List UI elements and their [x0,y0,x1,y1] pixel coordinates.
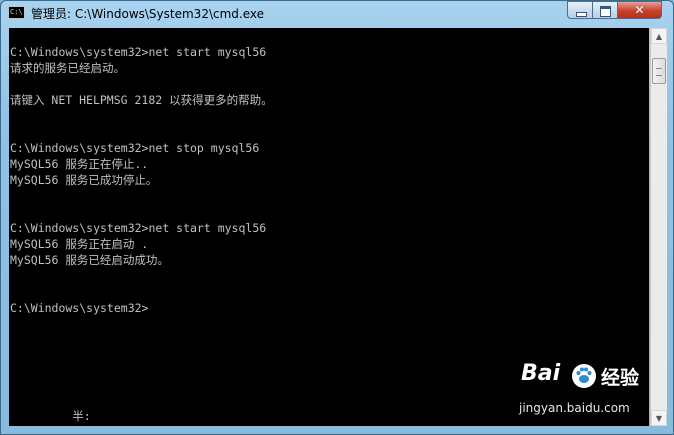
grip-icon [656,68,662,76]
close-icon: ✕ [634,3,645,17]
watermark-jingyan: 经验 [601,367,640,389]
console-line: MySQL56 服务正在停止.. [10,157,149,171]
console-line: MySQL56 服务已经启动成功。 [10,253,169,267]
watermark-url: jingyan.baidu.com [519,401,630,415]
window-title: 管理员: C:\Windows\System32\cmd.exe [31,7,264,21]
minimize-icon [576,12,587,17]
cmd-window: C:\ 管理员: C:\Windows\System32\cmd.exe ✕ C… [0,0,674,435]
console-line: MySQL56 服务已成功停止。 [10,173,158,187]
scrollbar-thumb[interactable] [652,58,666,84]
minimize-button[interactable] [567,1,593,19]
scroll-down-icon[interactable]: ▼ [651,410,667,426]
maximize-icon [600,6,611,17]
cmd-app-icon[interactable]: C:\ [8,6,25,19]
console-line: 请键入 NET HELPMSG 2182 以获得更多的帮助。 [10,93,273,107]
console-line: C:\Windows\system32>net start mysql56 [10,221,267,235]
console-prompt: C:\Windows\system32> [10,301,149,315]
title-bar[interactable]: C:\ 管理员: C:\Windows\System32\cmd.exe ✕ [1,1,673,25]
watermark-brand: Bai [521,361,561,386]
console-line: C:\Windows\system32>net stop mysql56 [10,141,260,155]
baidu-jingyan-watermark: Bai 经验 jingyan.baidu.com [519,361,641,421]
ime-status-text: 半: [10,409,91,423]
console-line: C:\Windows\system32>net start mysql56 [10,45,267,59]
maximize-button[interactable] [593,1,618,19]
console-line: MySQL56 服务正在启动 . [10,237,149,251]
scroll-up-icon[interactable]: ▲ [651,28,667,44]
vertical-scrollbar[interactable]: ▲ ▼ [650,28,667,426]
console-line: 请求的服务已经启动。 [10,61,125,75]
paw-icon [572,364,596,388]
close-button[interactable]: ✕ [618,1,662,19]
